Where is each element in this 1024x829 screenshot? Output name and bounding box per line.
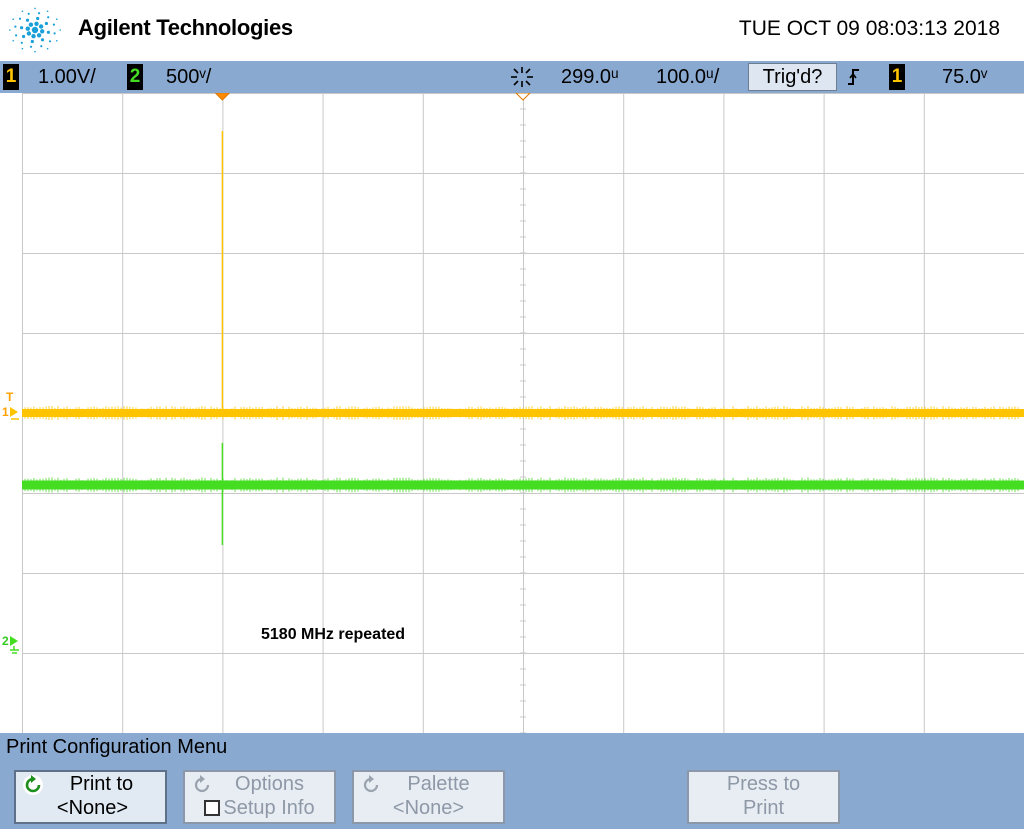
options-softkey[interactable]: Options Setup Info — [183, 770, 336, 824]
rising-edge-icon — [848, 69, 859, 85]
channel-marker-margin: T 1 2 — [0, 93, 22, 733]
brand-name: Agilent Technologies — [78, 15, 293, 40]
channel-2-ground-marker[interactable]: 2 — [2, 635, 9, 647]
trigger-source-badge[interactable]: 1 — [889, 64, 905, 90]
press-to-print-softkey[interactable]: Press to Print — [687, 770, 840, 824]
press-to-print-value: Print — [742, 797, 785, 819]
agilent-logo-icon — [9, 7, 61, 53]
menu-title: Print Configuration Menu — [6, 736, 228, 758]
palette-value: <None> — [392, 797, 465, 819]
channel-1-scale[interactable]: 1.00V/ — [38, 61, 96, 93]
channel-1-ground-icon — [10, 407, 19, 420]
rotate-icon — [194, 775, 210, 793]
time-delay[interactable]: 299.0ᵘ — [561, 61, 619, 93]
palette-softkey[interactable]: Palette <None> — [352, 770, 505, 824]
trigger-level[interactable]: 75.0ᵛ — [942, 61, 987, 93]
channel-2-scale[interactable]: 500ᵛ/ — [166, 61, 211, 93]
print-to-value: <None> — [56, 797, 129, 819]
trigger-status: Trig'd? — [748, 63, 837, 91]
status-bar: 1 1.00V/ 2 500ᵛ/ 299.0ᵘ 100.0ᵘ/ Trig'd? … — [0, 61, 1024, 93]
delay-reference-marker[interactable] — [515, 93, 531, 101]
time-scale[interactable]: 100.0ᵘ/ — [656, 61, 719, 93]
acquisition-icon — [511, 67, 533, 87]
softkey-menu: Print Configuration Menu Print to <None>… — [0, 733, 1024, 829]
waveform-display[interactable] — [22, 93, 1024, 733]
rotate-icon — [363, 775, 379, 793]
channel-1-badge[interactable]: 1 — [3, 64, 19, 90]
channel-2-ground-icon — [10, 636, 19, 654]
press-to-print-label: Press to — [726, 773, 801, 795]
channel-1-ground-marker[interactable]: 1 — [2, 406, 9, 418]
date-time: TUE OCT 09 08:03:13 2018 — [738, 17, 1000, 40]
trigger-point-marker[interactable] — [214, 93, 231, 101]
title-bar: Agilent Technologies TUE OCT 09 08:03:13… — [0, 0, 1024, 61]
setup-info-label: Setup Info — [223, 797, 315, 819]
waveform-annotation: 5180 MHz repeated — [261, 626, 406, 643]
channel-2-badge[interactable]: 2 — [127, 64, 143, 90]
print-to-softkey[interactable]: Print to <None> — [14, 770, 167, 824]
setup-info-checkbox[interactable] — [204, 800, 221, 816]
trigger-level-marker[interactable]: T — [6, 391, 13, 403]
rotate-icon — [23, 775, 43, 795]
waveform-graticule — [22, 93, 1024, 733]
